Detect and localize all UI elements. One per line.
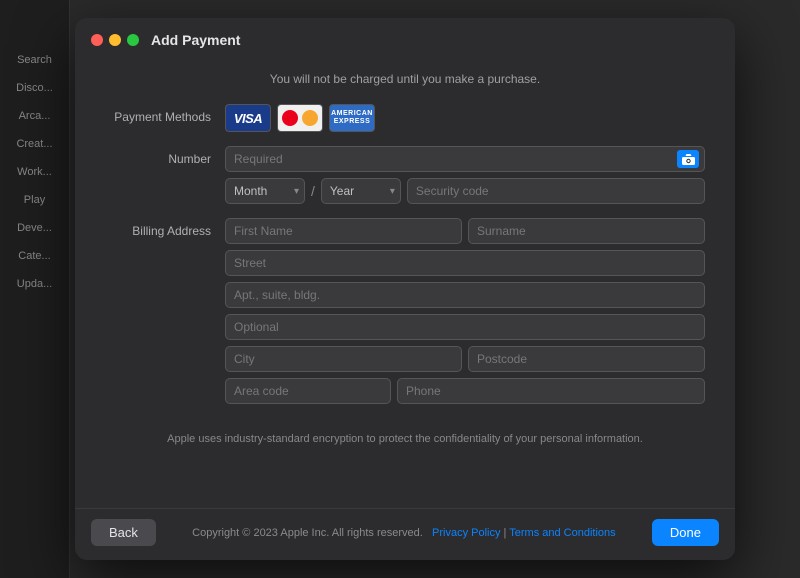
add-payment-dialog: Add Payment You will not be charged unti… (75, 18, 735, 560)
info-text: You will not be charged until you make a… (105, 58, 705, 104)
titlebar: Add Payment (75, 18, 735, 58)
done-button[interactable]: Done (652, 519, 719, 546)
card-number-input[interactable] (225, 146, 705, 172)
payment-methods-label: Payment Methods (105, 104, 225, 124)
security-code-input[interactable] (407, 178, 705, 204)
billing-address-row: Billing Address (105, 218, 705, 404)
sidebar-item-updates: Upda... (0, 272, 69, 296)
sidebar-item-play: Play (0, 188, 69, 212)
first-name-input[interactable] (225, 218, 462, 244)
phone-row (225, 378, 705, 404)
copyright-text: Copyright © 2023 Apple Inc. All rights r… (192, 527, 423, 539)
sidebar-item-discover: Disco... (0, 76, 69, 100)
phone-input[interactable] (397, 378, 705, 404)
optional-input[interactable] (225, 314, 705, 340)
mc-left-circle (282, 110, 298, 126)
month-select-wrap: Month 010203 040506 070809 101112 ▾ (225, 178, 305, 204)
modal-body: You will not be charged until you make a… (75, 58, 735, 508)
payment-methods-row: Payment Methods VISA AMERICAN EXPRESS (105, 104, 705, 132)
amex-label: AMERICAN (331, 110, 373, 118)
payment-cards: VISA AMERICAN EXPRESS (225, 104, 705, 132)
number-label: Number (105, 146, 225, 166)
number-content: Month 010203 040506 070809 101112 ▾ / Ye… (225, 146, 705, 204)
sidebar-item-work: Work... (0, 160, 69, 184)
name-row (225, 218, 705, 244)
privacy-policy-link[interactable]: Privacy Policy (432, 527, 500, 539)
sidebar-item-search: Search (0, 48, 69, 72)
visa-card-badge[interactable]: VISA (225, 104, 271, 132)
amex-badge[interactable]: AMERICAN EXPRESS (329, 104, 375, 132)
payment-cards-container: VISA AMERICAN EXPRESS (225, 104, 705, 132)
mc-right-circle (302, 110, 318, 126)
amex-express-label: EXPRESS (334, 118, 371, 126)
close-button[interactable] (91, 34, 103, 46)
sidebar: Search Disco... Arca... Creat... Work...… (0, 0, 70, 578)
terms-conditions-link[interactable]: Terms and Conditions (509, 527, 615, 539)
maximize-button[interactable] (127, 34, 139, 46)
camera-icon (682, 154, 695, 165)
traffic-lights (91, 34, 139, 46)
billing-content (225, 218, 705, 404)
sidebar-item-create: Creat... (0, 132, 69, 156)
postcode-input[interactable] (468, 346, 705, 372)
camera-scan-button[interactable] (677, 150, 699, 168)
area-code-input[interactable] (225, 378, 391, 404)
encryption-notice: Apple uses industry-standard encryption … (105, 418, 705, 459)
month-select[interactable]: Month 010203 040506 070809 101112 (225, 178, 305, 204)
modal-footer: Back Copyright © 2023 Apple Inc. All rig… (75, 508, 735, 560)
footer-links: Copyright © 2023 Apple Inc. All rights r… (156, 527, 652, 539)
city-input[interactable] (225, 346, 462, 372)
apt-input[interactable] (225, 282, 705, 308)
footer-separator: | (504, 527, 507, 539)
number-input-row (225, 146, 705, 172)
year-select[interactable]: Year 202320242025 202620272028 20292030 (321, 178, 401, 204)
street-input[interactable] (225, 250, 705, 276)
sidebar-item-arcade: Arca... (0, 104, 69, 128)
number-row: Number (105, 146, 705, 204)
city-postcode-row (225, 346, 705, 372)
expiry-row: Month 010203 040506 070809 101112 ▾ / Ye… (225, 178, 705, 204)
sidebar-item-develop: Deve... (0, 216, 69, 240)
slash-separator: / (311, 183, 315, 199)
surname-input[interactable] (468, 218, 705, 244)
sidebar-item-categories: Cate... (0, 244, 69, 268)
year-select-wrap: Year 202320242025 202620272028 20292030 … (321, 178, 401, 204)
back-button[interactable]: Back (91, 519, 156, 546)
mastercard-badge[interactable] (277, 104, 323, 132)
billing-label: Billing Address (105, 218, 225, 238)
minimize-button[interactable] (109, 34, 121, 46)
number-input-wrap (225, 146, 705, 172)
dialog-title: Add Payment (151, 32, 240, 48)
